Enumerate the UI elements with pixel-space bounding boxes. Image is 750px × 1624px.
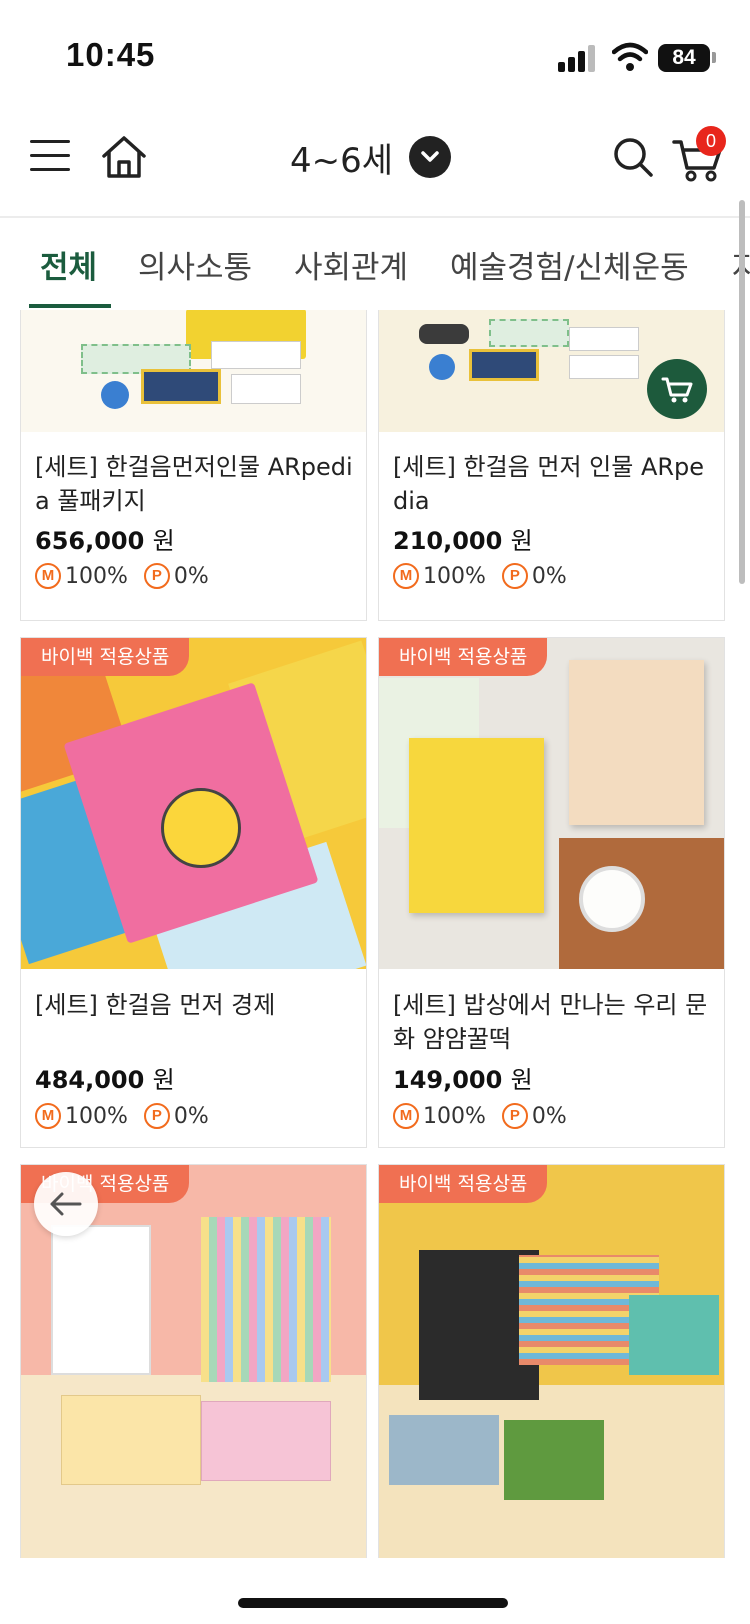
price-value: 149,000: [393, 1066, 503, 1094]
add-to-cart-button[interactable]: [647, 359, 707, 419]
buyback-badge: 바이백 적용상품: [379, 638, 548, 676]
tab-communication[interactable]: 의사소통: [138, 242, 252, 287]
p-point-icon: P: [143, 563, 170, 589]
product-name[interactable]: [세트] 한걸음 먼저 인물 ARpedia: [393, 450, 713, 518]
page-title: 4~6세: [290, 140, 394, 181]
product-price: 484,000 원: [35, 1060, 175, 1095]
product-card[interactable]: 바이백 적용상품 [세트] 밥상에서 만나는 우리 문화 얌얌꿀떡 149,00…: [378, 637, 725, 1148]
reward-rates: M 100% P 0%: [393, 563, 567, 589]
product-card[interactable]: 바이백 적용상품 [세트] 한걸음 먼저 경제 484,000 원 M 100%…: [20, 637, 367, 1148]
cart-icon: [661, 377, 693, 403]
reward-rates: M 100% P 0%: [35, 1103, 209, 1129]
home-icon[interactable]: [100, 134, 148, 180]
p-rate: 0%: [531, 1103, 567, 1129]
battery-tip: [712, 52, 716, 63]
product-name[interactable]: [세트] 밥상에서 만나는 우리 문화 얌얌꿀떡: [393, 988, 713, 1056]
arrow-left-icon: [50, 1192, 82, 1216]
m-rate: 100%: [423, 563, 486, 589]
back-button[interactable]: [34, 1172, 98, 1236]
home-indicator[interactable]: [238, 1598, 508, 1608]
product-image[interactable]: [379, 310, 724, 432]
cart-count-badge: 0: [696, 126, 726, 156]
product-image[interactable]: [21, 310, 366, 432]
product-card[interactable]: [세트] 한걸음먼저인물 ARpedia 풀패키지 656,000 원 M 10…: [20, 310, 367, 621]
reward-rates: M 100% P 0%: [35, 563, 209, 589]
menu-icon[interactable]: [30, 140, 70, 172]
product-price: 210,000 원: [393, 521, 533, 556]
age-selector[interactable]: 4~6세: [290, 132, 452, 182]
price-value: 210,000: [393, 527, 503, 555]
product-grid: [세트] 한걸음먼저인물 ARpedia 풀패키지 656,000 원 M 10…: [0, 310, 750, 1560]
product-price: 656,000 원: [35, 521, 175, 556]
category-tabs: 전체 의사소통 사회관계 예술경험/신체운동 자: [0, 220, 750, 310]
currency: 원: [510, 527, 533, 555]
bottom-safe-area: [0, 1558, 750, 1624]
status-time: 10:45: [66, 36, 156, 73]
price-value: 484,000: [35, 1066, 145, 1094]
m-point-icon: M: [393, 1103, 419, 1129]
tab-social[interactable]: 사회관계: [294, 242, 408, 287]
m-rate: 100%: [65, 1103, 128, 1129]
buyback-badge: 바이백 적용상품: [21, 638, 190, 676]
p-point-icon: P: [143, 1103, 170, 1129]
currency: 원: [152, 527, 175, 555]
wifi-icon: [612, 42, 648, 71]
reward-rates: M 100% P 0%: [393, 1103, 567, 1129]
status-bar: 10:45 84: [0, 0, 750, 110]
p-rate: 0%: [531, 563, 567, 589]
p-point-icon: P: [501, 563, 528, 589]
product-name[interactable]: [세트] 한걸음먼저인물 ARpedia 풀패키지: [35, 450, 355, 518]
product-name[interactable]: [세트] 한걸음 먼저 경제: [35, 988, 355, 1022]
signal-icon: [558, 44, 600, 72]
chevron-down-icon[interactable]: [409, 136, 452, 178]
product-price: 149,000 원: [393, 1060, 533, 1095]
product-image[interactable]: 바이백 적용상품: [379, 1165, 724, 1560]
m-rate: 100%: [423, 1103, 486, 1129]
tab-all[interactable]: 전체: [40, 242, 97, 287]
m-point-icon: M: [35, 563, 61, 589]
product-card[interactable]: 바이백 적용상품: [378, 1164, 725, 1560]
m-point-icon: M: [35, 1103, 61, 1129]
active-tab-indicator: [29, 304, 111, 308]
product-image[interactable]: 바이백 적용상품: [379, 638, 724, 969]
buyback-badge: 바이백 적용상품: [379, 1165, 548, 1203]
price-value: 656,000: [35, 527, 145, 555]
search-icon[interactable]: [612, 136, 654, 178]
p-point-icon: P: [501, 1103, 528, 1129]
currency: 원: [510, 1066, 533, 1094]
m-rate: 100%: [65, 563, 128, 589]
p-rate: 0%: [173, 563, 209, 589]
tab-arts-physical[interactable]: 예술경험/신체운동: [450, 242, 689, 287]
product-image[interactable]: 바이백 적용상품: [21, 638, 366, 969]
currency: 원: [152, 1066, 175, 1094]
battery-icon: 84: [658, 44, 710, 72]
p-rate: 0%: [173, 1103, 209, 1129]
m-point-icon: M: [393, 563, 419, 589]
product-card[interactable]: [세트] 한걸음 먼저 인물 ARpedia 210,000 원 M 100% …: [378, 310, 725, 621]
top-header: 4~6세 0: [0, 110, 750, 218]
